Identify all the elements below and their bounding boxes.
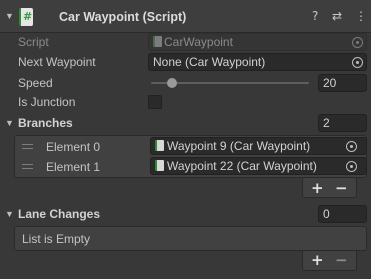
branches-element-label: Element 0 [46, 140, 101, 154]
branches-label[interactable]: Branches [18, 116, 73, 130]
lane-changes-size: 0 [323, 207, 330, 221]
speed-slider-thumb[interactable] [166, 78, 177, 88]
component-ref-icon [153, 36, 162, 47]
lane-changes-add-button[interactable]: + [311, 253, 324, 268]
is-junction-checkbox[interactable] [148, 95, 162, 109]
lane-changes-empty-text: List is Empty [22, 232, 91, 246]
presets-icon[interactable]: ⇄ [332, 9, 342, 23]
object-picker-icon[interactable] [346, 161, 357, 172]
fold-arrow-icon[interactable]: ▼ [5, 118, 14, 128]
lane-changes-label[interactable]: Lane Changes [18, 207, 100, 221]
next-waypoint-value: None (Car Waypoint) [153, 55, 266, 69]
menu-icon[interactable]: ⋮ [355, 9, 367, 23]
branches-element-label: Element 1 [46, 160, 101, 174]
component-ref-icon [155, 140, 164, 151]
branches-size-input[interactable]: 2 [318, 114, 367, 132]
branches-remove-button[interactable]: − [335, 181, 348, 196]
component-title: Car Waypoint (Script) [59, 10, 187, 24]
fold-arrow-icon[interactable]: ▼ [5, 11, 14, 21]
fold-arrow-icon[interactable]: ▼ [5, 209, 14, 219]
script-value: CarWaypoint [164, 35, 233, 49]
branches-element-value: Waypoint 9 (Car Waypoint) [167, 139, 311, 153]
drag-handle-icon[interactable] [22, 144, 33, 149]
help-icon[interactable]: ? [312, 9, 318, 23]
is-junction-label: Is Junction [18, 95, 76, 109]
object-picker-icon [352, 37, 363, 48]
speed-input[interactable]: 20 [318, 74, 367, 92]
drag-handle-icon[interactable] [22, 164, 33, 169]
object-picker-icon[interactable] [352, 57, 363, 68]
next-waypoint-field[interactable]: None (Car Waypoint) [148, 53, 367, 71]
script-label: Script [18, 35, 49, 49]
lane-changes-size-input[interactable]: 0 [318, 205, 367, 223]
lane-changes-remove-button[interactable]: − [335, 253, 348, 268]
speed-label: Speed [18, 76, 53, 90]
next-waypoint-label: Next Waypoint [18, 55, 96, 69]
component-ref-icon [155, 160, 164, 171]
branches-element-value: Waypoint 22 (Car Waypoint) [167, 159, 317, 173]
speed-value: 20 [323, 76, 337, 90]
script-icon: # [19, 8, 33, 26]
branches-add-button[interactable]: + [311, 181, 324, 196]
object-picker-icon[interactable] [346, 141, 357, 152]
branches-size: 2 [323, 116, 330, 130]
